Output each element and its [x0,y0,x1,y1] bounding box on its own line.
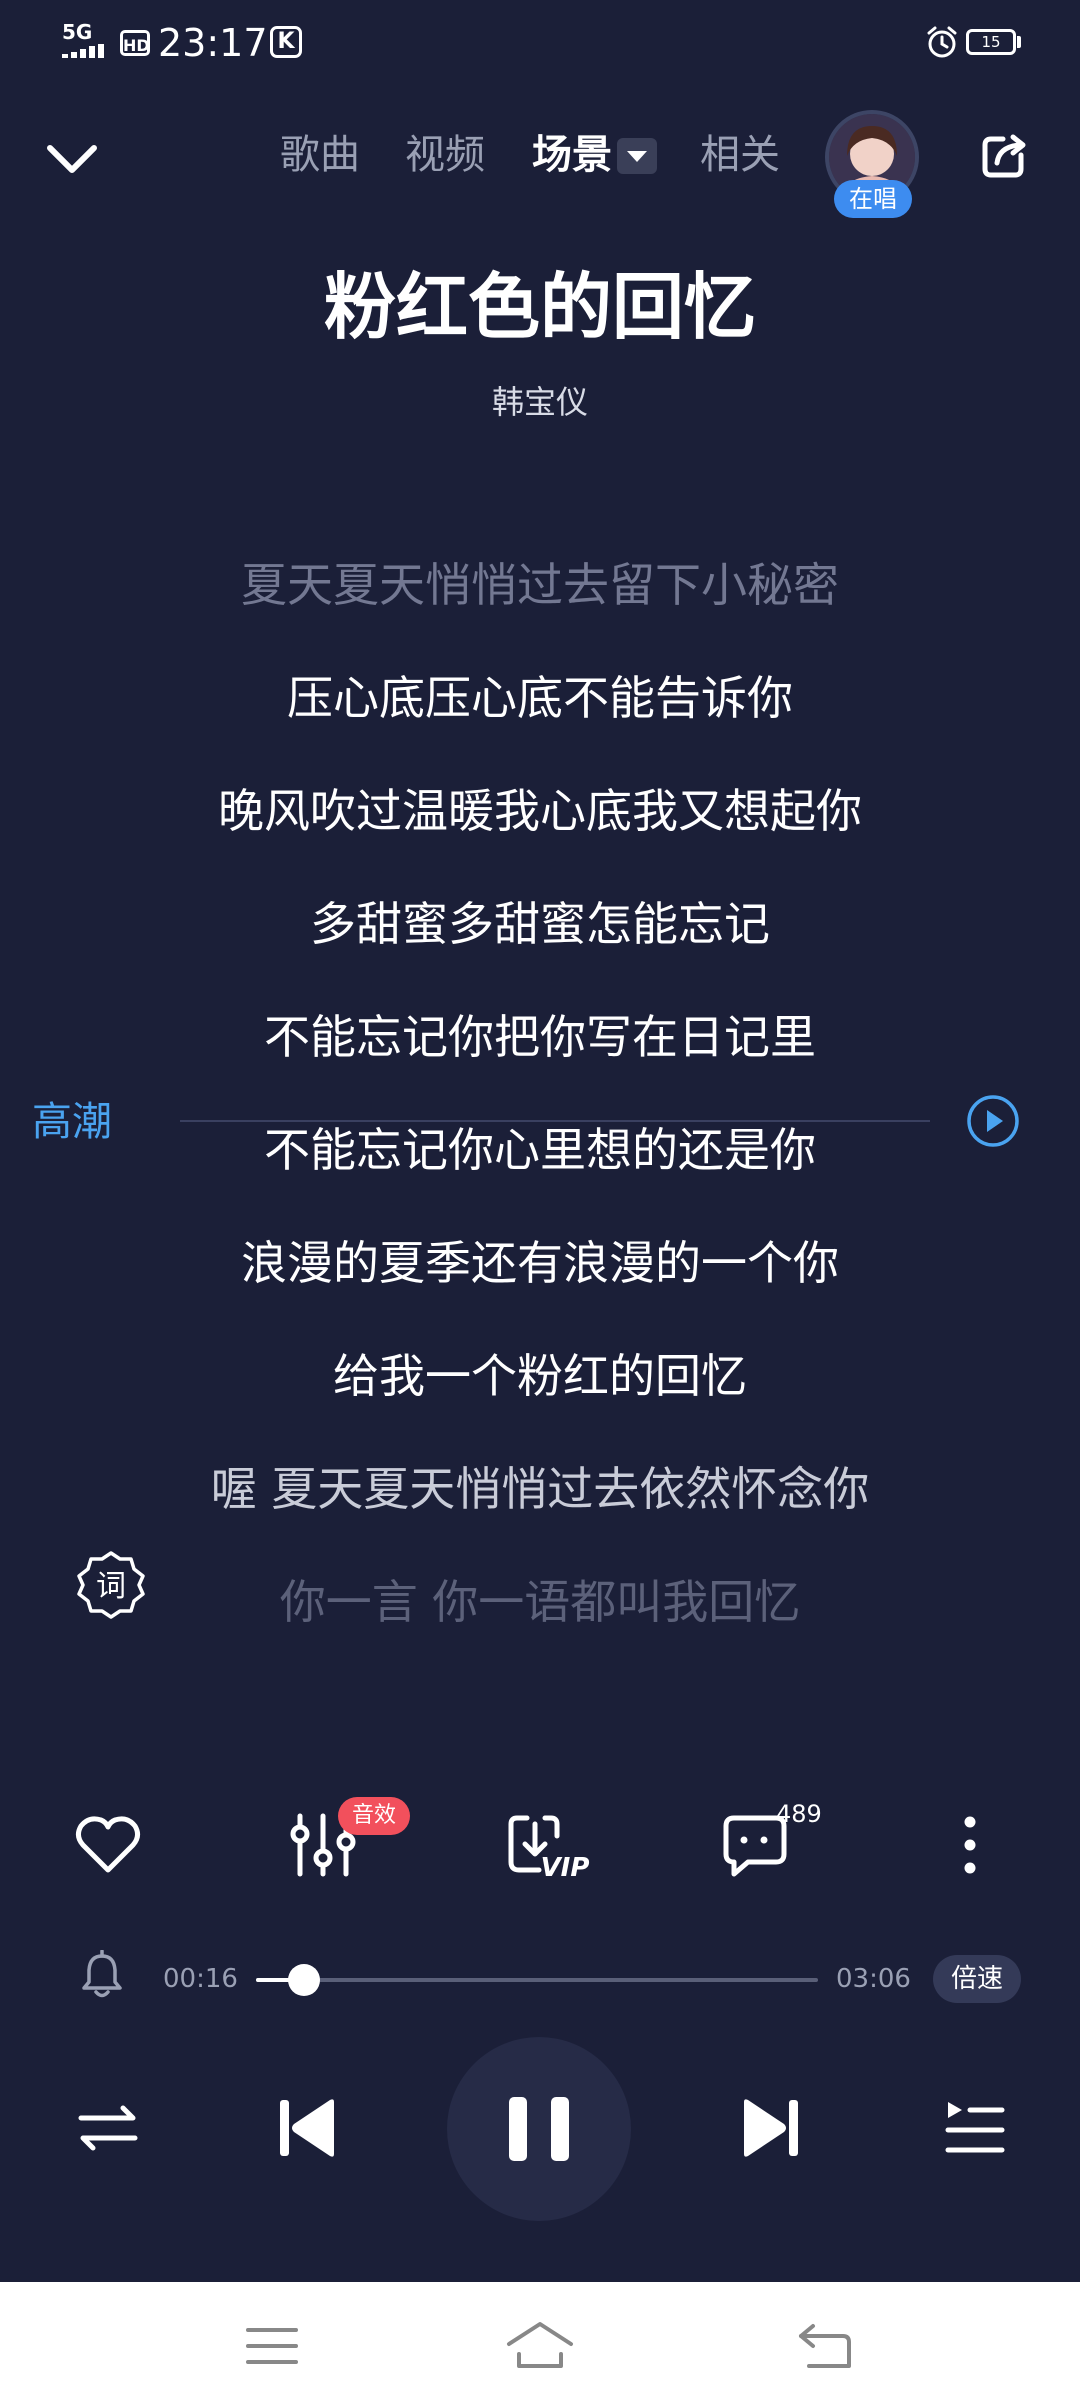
app-notification-icon: K [270,26,302,58]
next-track-icon[interactable] [736,2090,806,2166]
tab-songs[interactable]: 歌曲 [280,125,360,185]
repeat-mode-icon[interactable] [73,2090,143,2166]
pause-icon [509,2097,569,2161]
bell-icon[interactable] [80,1950,124,2000]
lyric-line[interactable]: 压心底压心底不能告诉你 [0,668,1080,728]
climax-divider [180,1120,930,1122]
tab-related[interactable]: 相关 [700,125,780,185]
comment-count: 489 [776,1800,822,1828]
more-options-icon[interactable] [935,1810,1005,1880]
lyric-line[interactable]: 夏天夏天悄悄过去留下小秘密 [0,555,1080,615]
menu-icon[interactable] [242,2318,302,2374]
current-time: 00:16 [163,1964,238,1994]
like-heart-icon[interactable] [73,1810,143,1880]
signal-icon [62,44,104,58]
artist-name[interactable]: 韩宝仪 [0,380,1080,424]
back-icon[interactable] [795,2318,855,2374]
share-icon[interactable] [975,125,1035,185]
lyric-line[interactable]: 喔 夏天夏天悄悄过去依然怀念你 [0,1459,1080,1519]
singing-badge: 在唱 [834,180,912,218]
collapse-chevron-icon[interactable] [40,130,110,190]
status-bar: 5G HD 23:17 K 15 [0,0,1080,90]
lyric-line[interactable]: 给我一个粉红的回忆 [0,1346,1080,1406]
scene-dropdown-icon[interactable] [617,138,657,174]
play-pause-button[interactable] [447,2037,631,2221]
lyric-line[interactable]: 不能忘记你把你写在日记里 [0,1007,1080,1067]
lyric-mode-label: 词 [96,1569,126,1604]
playback-speed-button[interactable]: 倍速 [933,1955,1021,2003]
playlist-icon[interactable] [940,2090,1010,2166]
lyric-line[interactable]: 多甜蜜多甜蜜怎能忘记 [0,894,1080,954]
tab-videos[interactable]: 视频 [405,125,485,185]
vip-label: VIP [541,1853,590,1880]
battery-tip [1017,36,1021,48]
lyric-line[interactable]: 不能忘记你心里想的还是你 [0,1120,1080,1180]
progress-track[interactable] [256,1978,818,1982]
climax-label[interactable]: 高潮 [32,1092,112,1152]
status-time: 23:17 [158,21,268,65]
signal-label: 5G [62,20,93,44]
previous-track-icon[interactable] [272,2090,342,2166]
lyric-line[interactable]: 浪漫的夏季还有浪漫的一个你 [0,1233,1080,1293]
lyric-line[interactable]: 你一言 你一语都叫我回忆 [0,1572,1080,1632]
lyric-mode-button[interactable]: 词 [76,1550,146,1620]
download-vip-icon[interactable]: VIP [505,1810,595,1880]
song-title: 粉红色的回忆 [323,265,756,349]
home-icon[interactable] [505,2318,575,2374]
tab-scenes[interactable]: 场景 [532,125,612,185]
lyric-line[interactable]: 晚风吹过温暖我心底我又想起你 [0,781,1080,841]
progress-thumb[interactable] [288,1964,320,1996]
play-from-line-icon[interactable] [966,1094,1020,1148]
battery-icon: 15 [966,29,1016,55]
total-duration: 03:06 [836,1964,911,1994]
hd-icon: HD [120,30,150,56]
sound-effect-badge[interactable]: 音效 [338,1797,410,1835]
alarm-icon [927,26,957,58]
